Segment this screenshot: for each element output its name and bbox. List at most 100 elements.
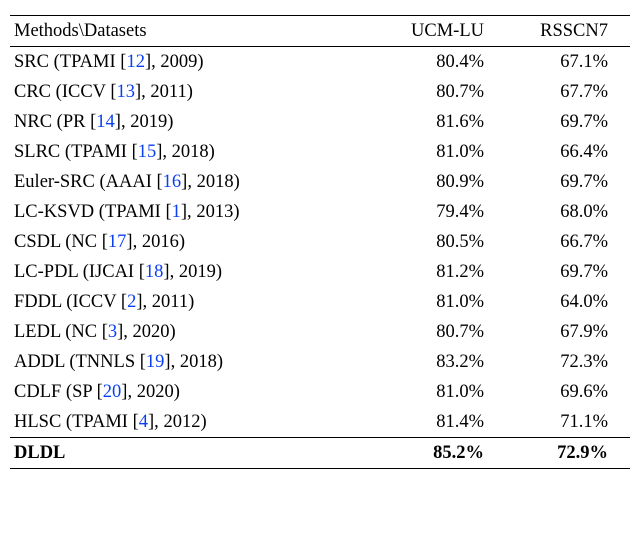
header-col2: RSSCN7 <box>506 16 630 47</box>
method-name: SLRC <box>14 142 60 162</box>
value-ucm-lu: 80.9% <box>382 167 506 197</box>
highlight-row: DLDL 85.2% 72.9% <box>10 438 630 469</box>
value-rsscn7: 67.1% <box>506 47 630 78</box>
value-ucm-lu: 81.4% <box>382 407 506 438</box>
table-row: NRC (PR [14], 2019)81.6%69.7% <box>10 107 630 137</box>
method-venue: PR <box>63 112 86 132</box>
citation-link[interactable]: 12 <box>126 52 145 72</box>
method-venue: IJCAI <box>89 262 134 282</box>
citation-link[interactable]: 14 <box>96 112 115 132</box>
method-venue: AAAI <box>106 172 152 192</box>
value-ucm-lu: 80.5% <box>382 227 506 257</box>
method-cell: LC-PDL (IJCAI [18], 2019) <box>10 257 382 287</box>
method-cell: CDLF (SP [20], 2020) <box>10 377 382 407</box>
value-rsscn7: 67.9% <box>506 317 630 347</box>
method-venue: TNNLS <box>76 352 136 372</box>
method-name: NRC <box>14 112 52 132</box>
value-ucm-lu: 80.7% <box>382 317 506 347</box>
method-venue: TPAMI <box>71 142 127 162</box>
method-cell: SRC (TPAMI [12], 2009) <box>10 47 382 78</box>
value-ucm-lu: 81.2% <box>382 257 506 287</box>
table-row: HLSC (TPAMI [4], 2012)81.4%71.1% <box>10 407 630 438</box>
citation-link[interactable]: 16 <box>163 172 182 192</box>
value-ucm-lu: 81.6% <box>382 107 506 137</box>
table-header-row: Methods\Datasets UCM-LU RSSCN7 <box>10 16 630 47</box>
value-rsscn7: 69.6% <box>506 377 630 407</box>
method-venue: TPAMI <box>105 202 161 222</box>
table-row: CSDL (NC [17], 2016)80.5%66.7% <box>10 227 630 257</box>
header-col1: UCM-LU <box>382 16 506 47</box>
method-year: 2019 <box>130 112 167 132</box>
value-rsscn7: 66.4% <box>506 137 630 167</box>
method-cell: NRC (PR [14], 2019) <box>10 107 382 137</box>
method-year: 2011 <box>150 82 186 102</box>
citation-link[interactable]: 15 <box>138 142 157 162</box>
value-rsscn7: 69.7% <box>506 257 630 287</box>
method-name: HLSC <box>14 412 61 432</box>
method-cell: ADDL (TNNLS [19], 2018) <box>10 347 382 377</box>
method-cell: LC-KSVD (TPAMI [1], 2013) <box>10 197 382 227</box>
citation-link[interactable]: 13 <box>117 82 136 102</box>
method-cell: Euler-SRC (AAAI [16], 2018) <box>10 167 382 197</box>
table-row: FDDL (ICCV [2], 2011)81.0%64.0% <box>10 287 630 317</box>
method-year: 2016 <box>142 232 179 252</box>
method-year: 2009 <box>160 52 197 72</box>
method-year: 2018 <box>180 352 217 372</box>
method-year: 2020 <box>137 382 174 402</box>
method-venue: TPAMI <box>60 52 116 72</box>
value-rsscn7: 72.3% <box>506 347 630 377</box>
table-row: ADDL (TNNLS [19], 2018)83.2%72.3% <box>10 347 630 377</box>
value-ucm-lu: 83.2% <box>382 347 506 377</box>
method-venue: NC <box>71 322 97 342</box>
table-row: SRC (TPAMI [12], 2009)80.4%67.1% <box>10 47 630 78</box>
value-rsscn7: 67.7% <box>506 77 630 107</box>
value-ucm-lu: 81.0% <box>382 137 506 167</box>
method-name: CSDL <box>14 232 61 252</box>
citation-link[interactable]: 4 <box>139 412 148 432</box>
method-cell: CSDL (NC [17], 2016) <box>10 227 382 257</box>
method-year: 2011 <box>152 292 188 312</box>
method-name: LC-PDL <box>14 262 78 282</box>
method-name: CRC <box>14 82 51 102</box>
citation-link[interactable]: 2 <box>127 292 136 312</box>
value-rsscn7: 64.0% <box>506 287 630 317</box>
highlight-method: DLDL <box>10 438 382 469</box>
value-ucm-lu: 81.0% <box>382 287 506 317</box>
citation-link[interactable]: 3 <box>108 322 117 342</box>
method-year: 2013 <box>196 202 233 222</box>
value-ucm-lu: 80.7% <box>382 77 506 107</box>
method-cell: FDDL (ICCV [2], 2011) <box>10 287 382 317</box>
citation-link[interactable]: 1 <box>172 202 181 222</box>
table-row: LEDL (NC [3], 2020)80.7%67.9% <box>10 317 630 347</box>
citation-link[interactable]: 19 <box>146 352 165 372</box>
highlight-v2: 72.9% <box>506 438 630 469</box>
method-cell: HLSC (TPAMI [4], 2012) <box>10 407 382 438</box>
citation-link[interactable]: 18 <box>145 262 164 282</box>
table-row: LC-PDL (IJCAI [18], 2019)81.2%69.7% <box>10 257 630 287</box>
method-year: 2018 <box>197 172 234 192</box>
table-row: CRC (ICCV [13], 2011)80.7%67.7% <box>10 77 630 107</box>
method-venue: ICCV <box>72 292 116 312</box>
method-venue: NC <box>71 232 97 252</box>
table-row: SLRC (TPAMI [15], 2018)81.0%66.4% <box>10 137 630 167</box>
value-rsscn7: 71.1% <box>506 407 630 438</box>
method-venue: SP <box>72 382 92 402</box>
method-venue: ICCV <box>62 82 106 102</box>
value-ucm-lu: 79.4% <box>382 197 506 227</box>
method-year: 2012 <box>163 412 200 432</box>
method-year: 2019 <box>179 262 216 282</box>
header-methods: Methods\Datasets <box>10 16 382 47</box>
method-cell: SLRC (TPAMI [15], 2018) <box>10 137 382 167</box>
value-rsscn7: 69.7% <box>506 107 630 137</box>
method-cell: CRC (ICCV [13], 2011) <box>10 77 382 107</box>
table-row: LC-KSVD (TPAMI [1], 2013)79.4%68.0% <box>10 197 630 227</box>
citation-link[interactable]: 17 <box>108 232 127 252</box>
method-name: ADDL <box>14 352 65 372</box>
table-row: CDLF (SP [20], 2020)81.0%69.6% <box>10 377 630 407</box>
method-venue: TPAMI <box>72 412 128 432</box>
method-name: LC-KSVD <box>14 202 94 222</box>
citation-link[interactable]: 20 <box>103 382 122 402</box>
method-name: FDDL <box>14 292 62 312</box>
method-name: CDLF <box>14 382 61 402</box>
method-name: Euler-SRC <box>14 172 95 192</box>
